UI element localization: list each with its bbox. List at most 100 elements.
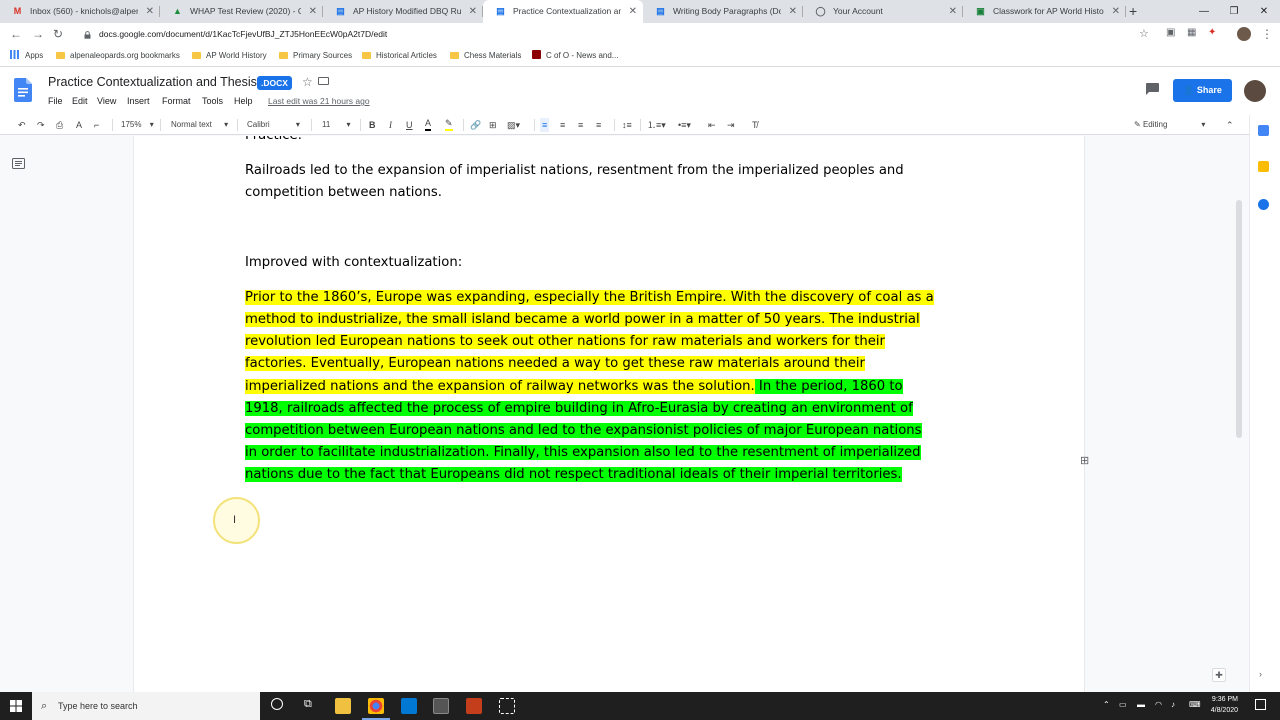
highlight-color-icon[interactable]: ✎ <box>445 118 453 131</box>
bookmark-apps[interactable]: Apps <box>10 46 43 66</box>
keyboard-icon[interactable]: ⌨ <box>1189 700 1201 709</box>
close-tab-icon[interactable]: ✕ <box>789 0 797 23</box>
numbered-list-icon[interactable]: ⒈≡▾ <box>647 118 666 132</box>
taskbar-search[interactable]: ⌕ Type here to search <box>32 692 260 720</box>
font-select[interactable]: Calibri ▾ <box>247 118 300 132</box>
text-color-icon[interactable]: A <box>425 118 432 131</box>
reload-icon[interactable]: ↻ <box>53 27 63 41</box>
browser-tab[interactable]: ▤ AP History Modified DBQ Rubric ✕ <box>323 0 483 23</box>
docs-logo-icon[interactable] <box>14 78 32 102</box>
justify-icon[interactable]: ≡ <box>596 118 601 132</box>
print-icon[interactable]: ⎙ <box>56 118 63 132</box>
underline-icon[interactable]: U <box>406 118 413 132</box>
italic-icon[interactable]: I <box>389 118 392 132</box>
browser-tab[interactable]: M Inbox (560) - knichols@alpenale ✕ <box>0 0 160 23</box>
bookmark-item[interactable]: Chess Materials <box>450 46 521 66</box>
chrome-icon[interactable] <box>368 698 384 714</box>
menu-format[interactable]: Format <box>162 96 191 106</box>
close-tab-icon[interactable]: ✕ <box>146 0 154 23</box>
decrease-indent-icon[interactable]: ⇤ <box>708 118 716 132</box>
document-page[interactable]: Practice: Railroads led to the expansion… <box>133 136 1085 692</box>
move-folder-icon[interactable] <box>318 77 329 85</box>
notification-icon[interactable] <box>1255 699 1266 710</box>
comment-icon[interactable] <box>1146 83 1159 95</box>
close-tab-icon[interactable]: ✕ <box>309 0 317 23</box>
insert-image-icon[interactable]: ▨▾ <box>507 118 520 132</box>
line-spacing-icon[interactable]: ↕≡ <box>622 118 632 132</box>
share-button[interactable]: 👤 Share <box>1173 79 1232 102</box>
restore-button[interactable]: ❐ <box>1219 0 1249 23</box>
browser-tab[interactable]: ▤ Writing Body Paragraphs (Docum ✕ <box>643 0 803 23</box>
close-tab-icon[interactable]: ✕ <box>469 0 477 23</box>
outline-icon[interactable] <box>12 158 25 169</box>
menu-insert[interactable]: Insert <box>127 96 150 106</box>
star-icon[interactable]: ☆ <box>302 75 313 89</box>
align-right-icon[interactable]: ≡ <box>578 118 583 132</box>
wifi-icon[interactable]: ◠ <box>1155 700 1162 709</box>
snipping-tool-icon[interactable] <box>499 698 515 714</box>
network-icon[interactable]: ▭ <box>1119 700 1127 709</box>
align-center-icon[interactable]: ≡ <box>560 118 565 132</box>
menu-tools[interactable]: Tools <box>202 96 223 106</box>
browser-tab[interactable]: ◯ Your Account ✕ <box>803 0 963 23</box>
menu-view[interactable]: View <box>97 96 116 106</box>
windows-start-icon[interactable] <box>10 700 22 712</box>
minimize-button[interactable]: — <box>1189 0 1219 23</box>
close-window-button[interactable]: ✕ <box>1249 0 1279 23</box>
redo-icon[interactable]: ↷ <box>37 118 45 132</box>
mail-icon[interactable] <box>401 698 417 714</box>
forward-icon[interactable]: → <box>32 27 44 41</box>
font-size-select[interactable]: 11 ▾ <box>322 118 351 132</box>
profile-avatar[interactable] <box>1237 27 1251 41</box>
browser-tab[interactable]: ▲ WHAP Test Review (2020) - Goog ✕ <box>160 0 323 23</box>
zoom-select[interactable]: 175% ▾ <box>121 118 154 132</box>
undo-icon[interactable]: ↶ <box>18 118 26 132</box>
bold-icon[interactable]: B <box>369 118 376 132</box>
spellcheck-icon[interactable]: A <box>76 118 82 132</box>
link-icon[interactable]: 🔗 <box>470 118 481 132</box>
increase-indent-icon[interactable]: ⇥ <box>727 118 735 132</box>
bookmark-item[interactable]: AP World History <box>192 46 267 66</box>
menu-file[interactable]: File <box>48 96 63 106</box>
browser-menu-icon[interactable]: ⋮ <box>1261 27 1273 41</box>
explore-icon[interactable]: ✚ <box>1212 668 1226 682</box>
add-comment-icon[interactable]: ⊞ <box>489 118 497 132</box>
clock-time[interactable]: 9:36 PM <box>1200 696 1238 703</box>
extension-icon[interactable]: ▣ <box>1166 27 1175 38</box>
menu-edit[interactable]: Edit <box>72 96 88 106</box>
calendar-icon[interactable] <box>1258 125 1269 136</box>
bookmark-item[interactable]: Primary Sources <box>279 46 352 66</box>
account-avatar[interactable] <box>1244 80 1266 102</box>
bookmark-star-icon[interactable]: ☆ <box>1139 27 1149 40</box>
close-tab-icon[interactable]: ✕ <box>949 0 957 23</box>
battery-icon[interactable]: ▬ <box>1137 700 1145 709</box>
bookmark-item[interactable]: Historical Articles <box>362 46 437 66</box>
vertical-scrollbar[interactable] <box>1236 200 1242 438</box>
expand-panel-icon[interactable]: › <box>1259 669 1262 679</box>
align-left-icon[interactable]: ≡ <box>540 118 550 132</box>
editing-mode-select[interactable]: ✎ Editing ▾ <box>1134 118 1205 132</box>
paint-format-icon[interactable]: ⌐ <box>94 118 99 132</box>
last-edit-link[interactable]: Last edit was 21 hours ago <box>268 96 370 106</box>
keep-icon[interactable] <box>1258 161 1269 172</box>
clock-date[interactable]: 4/8/2020 <box>1200 707 1238 714</box>
store-icon[interactable] <box>433 698 449 714</box>
extension-icon-2[interactable]: ▦ <box>1187 27 1196 38</box>
browser-tab[interactable]: ▤ Practice Contextualization and Th ✕ <box>483 0 643 23</box>
close-tab-icon[interactable]: ✕ <box>629 0 637 23</box>
tray-chevron-icon[interactable]: ⌃ <box>1103 700 1110 709</box>
new-tab-button[interactable]: + <box>1129 0 1137 23</box>
menu-help[interactable]: Help <box>234 96 253 106</box>
add-comment-margin-icon[interactable]: ⊞ <box>1080 454 1089 467</box>
tasks-icon[interactable] <box>1258 199 1269 210</box>
powerpoint-icon[interactable] <box>466 698 482 714</box>
bookmark-item[interactable]: C of O - News and... <box>532 46 618 66</box>
back-icon[interactable]: ← <box>10 27 22 41</box>
collapse-menus-icon[interactable]: ⌃ <box>1226 118 1234 132</box>
file-explorer-icon[interactable] <box>335 698 351 714</box>
document-title[interactable]: Practice Contextualization and Thesis <box>48 75 257 89</box>
bulleted-list-icon[interactable]: •≡▾ <box>678 118 691 132</box>
browser-tab[interactable]: ▣ Classwork for AP World History ✕ <box>963 0 1126 23</box>
cortana-icon[interactable] <box>271 698 283 710</box>
close-tab-icon[interactable]: ✕ <box>1112 0 1120 23</box>
